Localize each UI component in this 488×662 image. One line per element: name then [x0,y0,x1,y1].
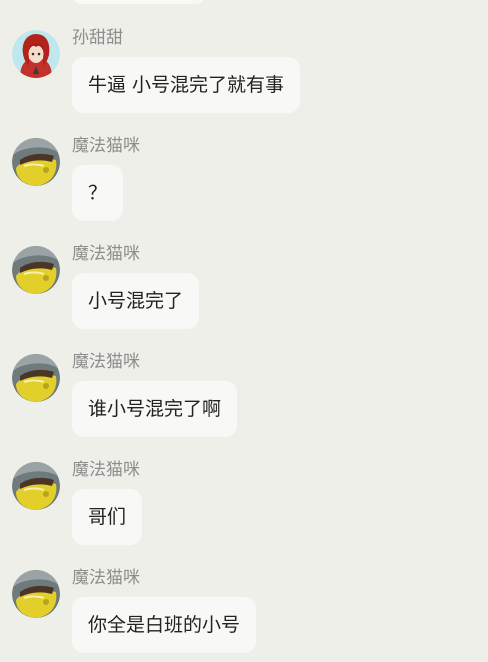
message-bubble[interactable]: 哥们 [72,489,143,545]
sender-name: 魔法猫咪 [72,136,140,156]
red-hair-girl-avatar-icon [12,30,60,78]
sender-name: 孙甜甜 [72,28,123,48]
user-avatar[interactable] [12,570,60,618]
user-avatar[interactable] [12,30,60,78]
sender-name: 魔法猫咪 [72,460,140,480]
message-bubble[interactable]: 你全是白班的小号 [72,597,257,653]
sender-name: 魔法猫咪 [72,568,140,588]
user-avatar[interactable] [12,138,60,186]
message-bubble[interactable]: ？ [72,165,124,221]
yellow-cat-avatar-icon [12,138,60,186]
message-bubble[interactable]: 牛逼 小号混完了就有事 [72,57,301,113]
chat-message-list: 孙甜甜 牛逼 小号混完了就有事 魔法猫咪 ？ 魔法猫咪 小号混完了 魔法猫咪 谁… [0,0,488,662]
message-bubble[interactable]: 谁小号混完了啊 [72,381,238,437]
yellow-cat-avatar-icon [12,462,60,510]
message-bubble[interactable]: 小号混完了 [72,273,200,329]
sender-name: 魔法猫咪 [72,244,140,264]
user-avatar[interactable] [12,462,60,510]
user-avatar[interactable] [12,354,60,402]
sender-name: 魔法猫咪 [72,352,140,372]
user-avatar[interactable] [12,246,60,294]
previous-message-bubble [72,0,206,4]
yellow-cat-avatar-icon [12,246,60,294]
yellow-cat-avatar-icon [12,570,60,618]
yellow-cat-avatar-icon [12,354,60,402]
